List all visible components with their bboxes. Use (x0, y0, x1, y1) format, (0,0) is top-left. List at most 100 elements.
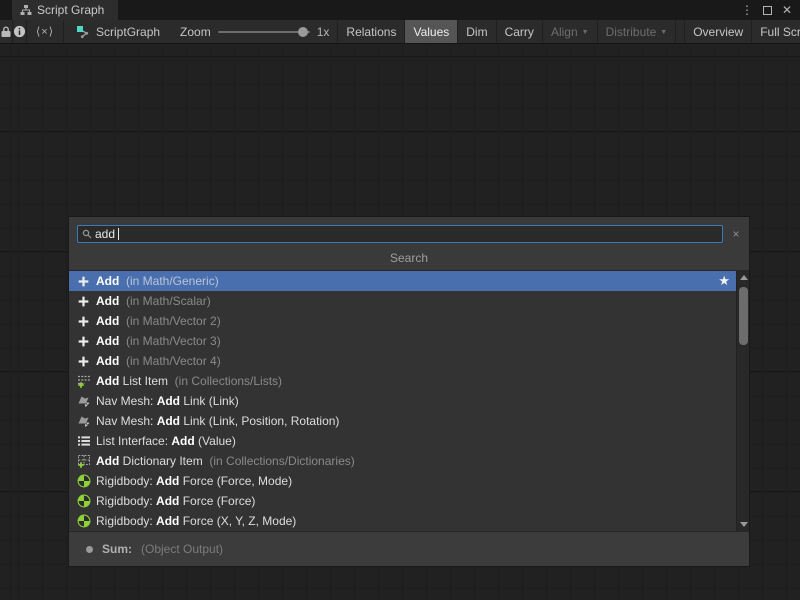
toolbar-button-overview[interactable]: Overview (684, 20, 752, 43)
tab-script-graph[interactable]: Script Graph (12, 0, 118, 20)
nav-mesh-icon (76, 394, 91, 408)
rigidbody-icon (76, 474, 91, 488)
list-item-label: Add (in Math/Vector 3) (96, 334, 221, 348)
toolbar-button-label: Overview (693, 25, 743, 39)
list-item[interactable]: Add (in Math/Vector 3) (69, 331, 736, 351)
finder-footer: Sum: (Object Output) (69, 531, 749, 566)
results-list-container: Add (in Math/Generic) ★ Add (in Math/Scala… (69, 271, 749, 531)
list-item[interactable]: Add (in Math/Generic) ★ (69, 271, 736, 291)
plus-icon (76, 294, 91, 308)
list-item-label: Add Dictionary Item (in Collections/Dict… (96, 454, 355, 468)
list-item-label: Rigidbody: Add Force (Force, Mode) (96, 474, 292, 488)
list-item[interactable]: Add Dictionary Item (in Collections/Dict… (69, 451, 736, 471)
list-item[interactable]: Rigidbody: Add Force (Force, Mode) (69, 471, 736, 491)
plus-icon (76, 354, 91, 368)
toolbar-button-label: Relations (346, 25, 396, 39)
list-item[interactable]: Nav Mesh: Add Link (Link) (69, 391, 736, 411)
title-bar: Script Graph ⋮ ✕ (0, 0, 800, 20)
toolbar-button-carry[interactable]: Carry (497, 20, 543, 43)
list-item-label: Add List Item (in Collections/Lists) (96, 374, 282, 388)
list-item-category: (in Math/Generic) (119, 274, 218, 288)
list-item[interactable]: Add (in Math/Vector 2) (69, 311, 736, 331)
search-query-text: add (95, 226, 115, 242)
toolbar-button-label: Align (551, 25, 578, 39)
list-item[interactable]: Add List Item (in Collections/Lists) (69, 371, 736, 391)
script-graph-icon (76, 25, 90, 39)
lock-icon (0, 25, 12, 38)
footer-subtitle: (Object Output) (141, 542, 223, 556)
lock-button[interactable] (0, 20, 13, 43)
list-item-label: Nav Mesh: Add Link (Link) (96, 394, 239, 408)
scrollbar-thumb[interactable] (739, 287, 748, 345)
info-icon (13, 25, 26, 38)
output-port-icon (86, 546, 93, 553)
chevron-down-icon: ▼ (660, 29, 667, 36)
toolbar-button-group: RelationsValuesDimCarryAlign▼Distribute▼… (338, 20, 800, 43)
rigidbody-icon (76, 514, 91, 528)
clear-search-icon[interactable]: × (729, 227, 743, 241)
list-item-category: (in Collections/Lists) (168, 374, 282, 388)
add-list-item-icon (76, 374, 91, 388)
list-item-category: (in Collections/Dictionaries) (203, 454, 355, 468)
zoom-label: Zoom (180, 25, 211, 39)
list-item-label: Rigidbody: Add Force (X, Y, Z, Mode) (96, 514, 296, 528)
maximize-icon[interactable] (763, 6, 772, 15)
toolbar-button-dim[interactable]: Dim (458, 20, 496, 43)
list-item-category: (in Math/Scalar) (119, 294, 210, 308)
text-caret (118, 228, 119, 240)
list-item-label: Add (in Math/Scalar) (96, 294, 211, 308)
footer-title: Sum: (102, 542, 132, 556)
plus-icon (76, 334, 91, 348)
info-button[interactable] (13, 20, 27, 43)
tab-label: Script Graph (37, 3, 104, 17)
toolbar-button-distribute[interactable]: Distribute▼ (598, 20, 677, 43)
plus-icon (76, 274, 91, 288)
list-item-label: Rigidbody: Add Force (Force) (96, 494, 255, 508)
list-item-label: List Interface: Add (Value) (96, 434, 236, 448)
scroll-down-icon[interactable] (737, 518, 750, 531)
toolbar-button-label: Values (413, 25, 449, 39)
results-list: Add (in Math/Generic) ★ Add (in Math/Scala… (69, 271, 736, 531)
list-item[interactable]: Nav Mesh: Add Link (Link, Position, Rota… (69, 411, 736, 431)
list-item[interactable]: Add (in Math/Scalar) (69, 291, 736, 311)
zoom-slider-handle[interactable] (298, 27, 308, 37)
finder-header: Search (69, 246, 749, 271)
list-item[interactable]: Add (in Math/Vector 4) (69, 351, 736, 371)
zoom-value: 1x (317, 25, 330, 39)
list-item-label: Add (in Math/Generic) (96, 274, 219, 288)
toolbar-button-label: Distribute (606, 25, 657, 39)
chevron-down-icon: ▼ (582, 29, 589, 36)
toolbar-button-relations[interactable]: Relations (338, 20, 405, 43)
search-row: add × (69, 217, 749, 246)
close-icon[interactable]: ✕ (782, 4, 792, 16)
plus-icon (76, 314, 91, 328)
graph-toolbar: ⟨×⟩ ScriptGraph Zoom 1x Relations Values D… (0, 20, 800, 44)
graph-name-label: ScriptGraph (96, 25, 160, 39)
list-item[interactable]: Rigidbody: Add Force (Force) (69, 491, 736, 511)
toolbar-button-full-screen[interactable]: Full Screen (752, 20, 800, 43)
list-item-label: Add (in Math/Vector 4) (96, 354, 221, 368)
search-icon (82, 229, 92, 239)
zoom-slider[interactable] (218, 31, 310, 33)
code-view-button[interactable]: ⟨×⟩ (27, 20, 64, 43)
search-input[interactable]: add (77, 225, 723, 243)
add-dictionary-item-icon (76, 454, 91, 468)
scroll-up-icon[interactable] (737, 271, 750, 284)
window-controls: ⋮ ✕ (741, 0, 800, 20)
list-item-label: Add (in Math/Vector 2) (96, 314, 221, 328)
zoom-control: Zoom 1x (172, 20, 338, 43)
favorite-star-icon[interactable]: ★ (718, 273, 730, 289)
scrollbar[interactable] (736, 271, 749, 531)
nav-mesh-icon (76, 414, 91, 428)
toolbar-button-values[interactable]: Values (405, 20, 458, 43)
list-item-category: (in Math/Vector 4) (119, 354, 220, 368)
graph-breadcrumb[interactable]: ScriptGraph (64, 20, 172, 43)
toolbar-button-label: Dim (466, 25, 487, 39)
list-item-label: Nav Mesh: Add Link (Link, Position, Rota… (96, 414, 339, 428)
window-menu-icon[interactable]: ⋮ (741, 4, 753, 16)
list-item[interactable]: Rigidbody: Add Force (X, Y, Z, Mode) (69, 511, 736, 531)
toolbar-button-align[interactable]: Align ▼ (543, 20, 598, 43)
list-item[interactable]: List Interface: Add (Value) (69, 431, 736, 451)
code-icon: ⟨×⟩ (36, 25, 54, 38)
toolbar-button-label: Carry (505, 25, 534, 39)
